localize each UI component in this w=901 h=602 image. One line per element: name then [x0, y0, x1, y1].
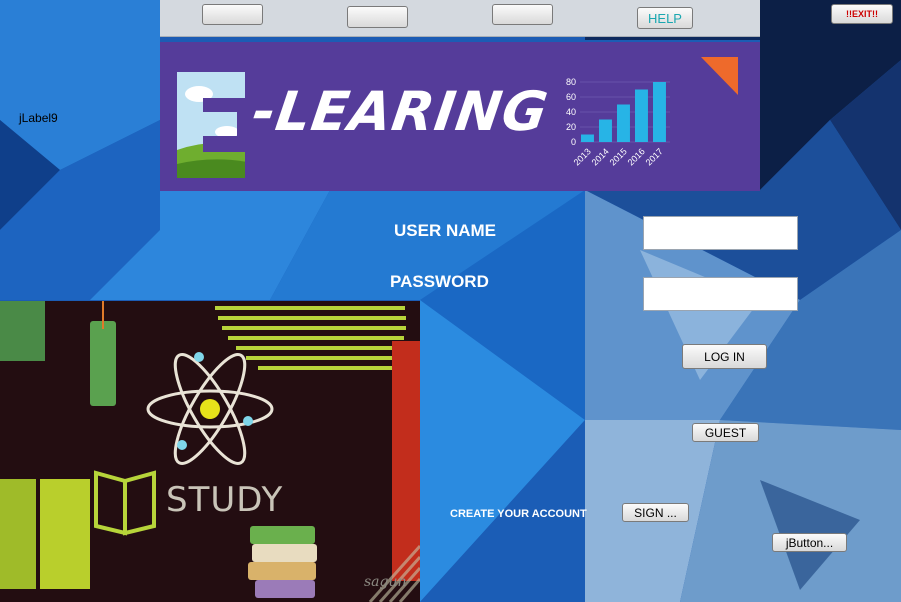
chart-bar-2014: [599, 119, 612, 142]
password-input[interactable]: [643, 277, 798, 311]
side-label: jLabel9: [19, 111, 58, 125]
password-label: PASSWORD: [390, 272, 489, 291]
toolbar-button-1[interactable]: [202, 4, 263, 25]
image-watermark: sagun: [364, 574, 407, 590]
banner: E -LEARING 0 20 40 60 80 20132014201520162017: [160, 42, 760, 191]
help-button[interactable]: HELP: [637, 7, 693, 29]
chart-bar-2013: [581, 134, 594, 142]
chart-x-tick-label: 2016: [626, 146, 647, 167]
guest-button[interactable]: GUEST: [692, 423, 759, 442]
study-image: STUDY sagun: [0, 301, 420, 602]
study-illustration: [0, 301, 420, 602]
login-button[interactable]: LOG IN: [682, 344, 767, 369]
username-label: USER NAME: [394, 221, 497, 240]
chart-y-tick-label: 20: [566, 122, 576, 132]
study-caption: STUDY: [166, 480, 284, 520]
chart-x-tick-label: 2015: [608, 146, 629, 167]
chart-y-tick-label: 0: [571, 137, 576, 147]
chart-y-tick-label: 80: [566, 77, 576, 87]
chart-bar-2017: [653, 82, 666, 142]
exit-button[interactable]: !!EXIT!!: [831, 4, 893, 24]
username-input[interactable]: [643, 216, 798, 250]
chart-bar-2016: [635, 89, 648, 142]
extra-button[interactable]: jButton...: [772, 533, 847, 552]
chart-y-tick-label: 40: [566, 107, 576, 117]
create-account-label: CREATE YOUR ACCOUNT: [450, 508, 587, 520]
chart-x-tick-label: 2017: [644, 146, 665, 167]
logo-e-icon: [177, 72, 245, 178]
logo-letter: E: [172, 40, 173, 41]
chart-y-tick-label: 60: [566, 92, 576, 102]
banner-title: -LEARING: [248, 80, 553, 143]
banner-bar-chart: 0 20 40 60 80 20132014201520162017: [566, 77, 670, 168]
app-window: HELP !!EXIT!! jLabel9 E -LEARING: [0, 0, 901, 602]
sign-button[interactable]: SIGN ...: [622, 503, 689, 522]
chart-x-tick-label: 2014: [590, 146, 611, 167]
toolbar-button-2[interactable]: [347, 6, 408, 28]
chart-bar-2015: [617, 104, 630, 142]
chart-x-tick-label: 2013: [572, 146, 593, 167]
toolbar-button-3[interactable]: [492, 4, 553, 25]
